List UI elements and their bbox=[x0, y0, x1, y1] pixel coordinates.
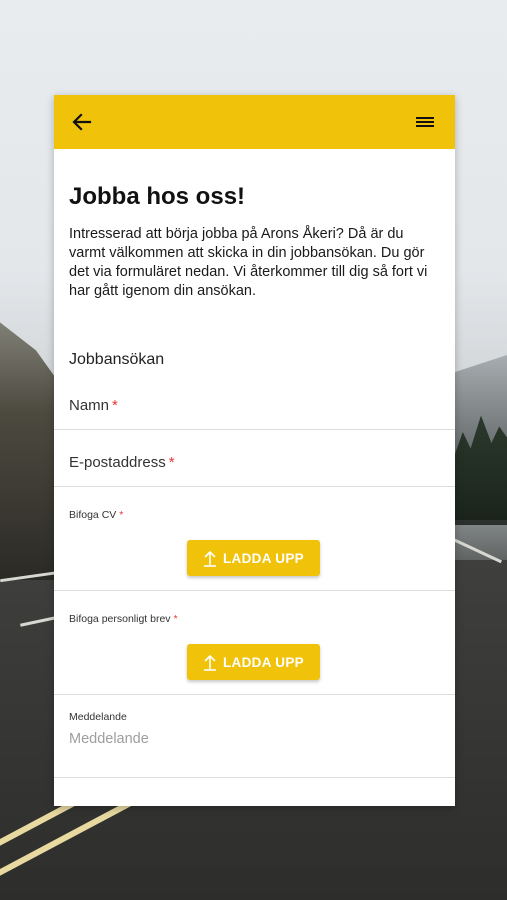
required-marker: * bbox=[168, 454, 175, 471]
letter-upload-button[interactable]: LADDA UPP bbox=[187, 644, 320, 680]
required-marker: * bbox=[173, 613, 178, 625]
required-marker: * bbox=[119, 509, 124, 521]
upload-icon bbox=[204, 654, 217, 671]
message-field: Meddelande bbox=[54, 695, 455, 778]
name-field[interactable]: Namn * bbox=[54, 373, 455, 430]
cv-label: Bifoga CV * bbox=[69, 509, 124, 521]
email-label: E-postaddress * bbox=[69, 454, 175, 471]
message-label: Meddelande bbox=[69, 711, 127, 723]
intro-text: Intresserad att börja jobba på Arons Åke… bbox=[69, 226, 428, 299]
app-bar bbox=[54, 95, 455, 149]
cv-upload-field: Bifoga CV * LADDA UPP bbox=[54, 487, 455, 591]
upload-icon bbox=[204, 550, 217, 567]
email-field[interactable]: E-postaddress * bbox=[54, 430, 455, 487]
letter-upload-field: Bifoga personligt brev * LADDA UPP bbox=[54, 591, 455, 695]
required-marker: * bbox=[112, 397, 118, 414]
background-hills-left bbox=[0, 322, 60, 580]
cv-upload-button[interactable]: LADDA UPP bbox=[187, 540, 320, 576]
upload-button-label: LADDA UPP bbox=[223, 550, 304, 566]
hamburger-menu-icon bbox=[416, 117, 434, 127]
name-label: Namn * bbox=[69, 397, 118, 414]
page-title: Jobba hos oss! bbox=[69, 183, 246, 210]
message-input[interactable] bbox=[69, 731, 429, 747]
form-title: Jobbansökan bbox=[69, 351, 165, 368]
letter-label: Bifoga personligt brev * bbox=[69, 613, 178, 625]
application-card: Jobba hos oss! Intresserad att börja job… bbox=[54, 95, 455, 806]
menu-button[interactable] bbox=[413, 110, 437, 134]
page-content: Jobba hos oss! Intresserad att börja job… bbox=[54, 149, 455, 778]
arrow-left-icon bbox=[72, 113, 92, 131]
back-button[interactable] bbox=[70, 110, 94, 134]
upload-button-label: LADDA UPP bbox=[223, 654, 304, 670]
